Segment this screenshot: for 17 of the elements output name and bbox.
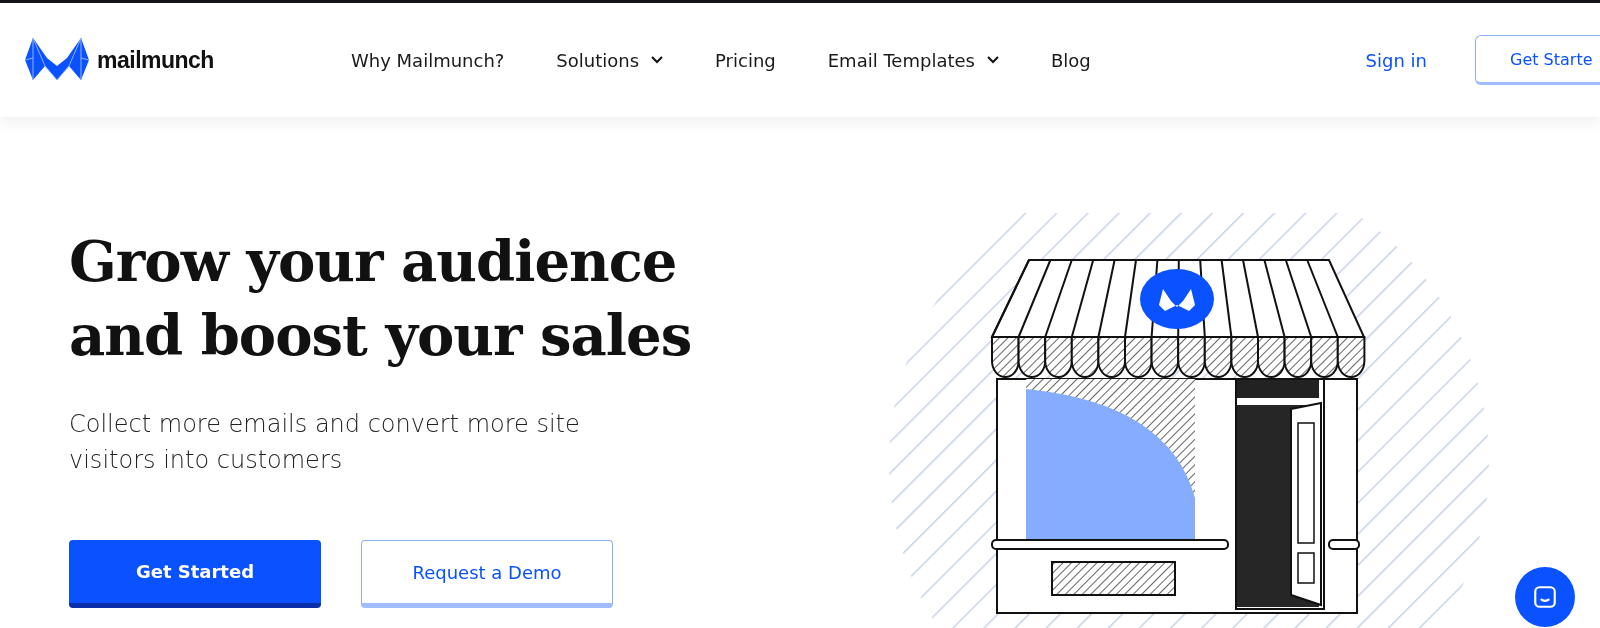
nav-link[interactable]: Blog [1050,49,1091,71]
hero-subtitle: Collect more emails and convert more site visitors into customers [69,409,581,476]
chat-icon [1532,584,1558,610]
nav-link[interactable]: Pricing [715,49,776,71]
chat-button[interactable] [1515,567,1575,627]
sign-in-link[interactable]: Sign in [1365,49,1427,71]
nav-link[interactable]: Solutions [556,49,664,71]
nav-link[interactable]: Why Mailmunch? [351,49,505,71]
hero-heading: Grow your audience and boost your sales [69,227,693,370]
chevron-icon [651,56,664,64]
logo-icon[interactable] [25,38,89,82]
brand-name[interactable]: mailmunch [97,46,214,74]
nav-link[interactable]: Email Templates [827,49,999,71]
request-demo-button[interactable]: Request a Demo [361,540,613,608]
chevron-icon [986,56,999,64]
get-started-button[interactable]: Get Started [69,540,321,608]
get-started-button[interactable]: Get Starte [1475,35,1600,85]
